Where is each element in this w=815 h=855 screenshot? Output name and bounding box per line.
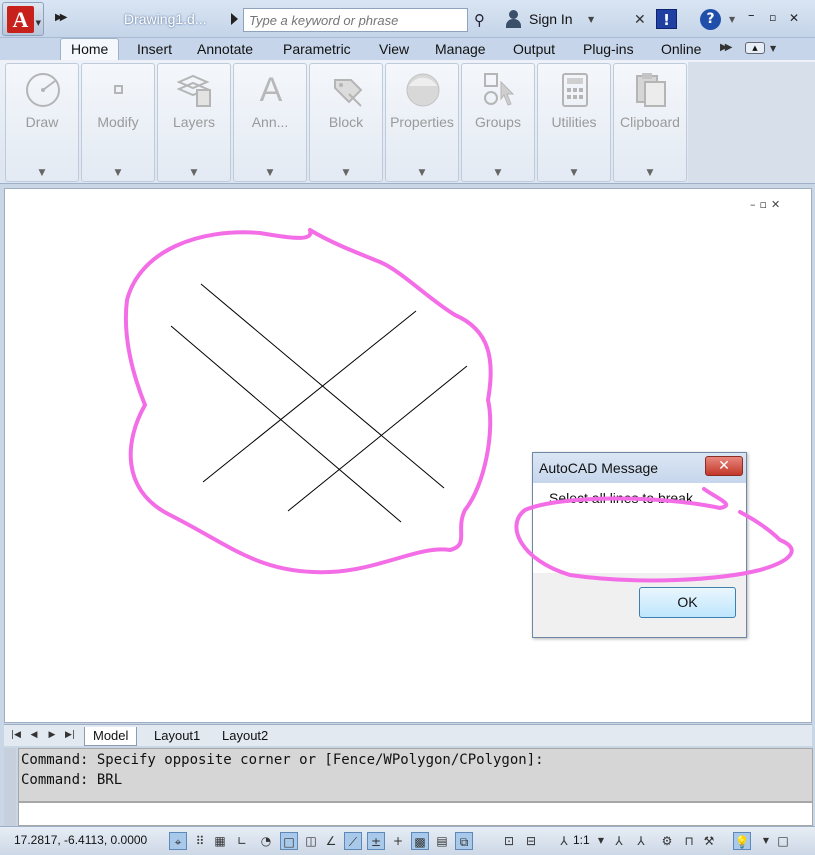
layout-tab-bar: |◀ ◀ ▶ ▶| Model Layout1 Layout2	[4, 724, 812, 746]
model-space-icon[interactable]: ⊡	[500, 832, 518, 850]
last-layout-icon[interactable]: ▶|	[64, 728, 76, 742]
command-history: Command: Specify opposite corner or [Fen…	[18, 748, 813, 802]
coordinate-readout[interactable]: 17.2817, -6.4113, 0.0000	[14, 833, 147, 847]
dynamic-ucs-icon[interactable]: ⟋	[344, 832, 362, 850]
annotation-scale-value[interactable]: 1:1	[573, 833, 590, 847]
command-history-line: Command: Specify opposite corner or [Fen…	[21, 752, 544, 768]
command-line-handle[interactable]	[4, 748, 16, 826]
auto-scale-icon[interactable]: ⅄	[632, 832, 650, 850]
isolate-objects-icon[interactable]: 💡	[733, 832, 751, 850]
quick-view-layouts-icon[interactable]: ⊟	[522, 832, 540, 850]
chevron-down-icon[interactable]: ▼	[757, 832, 775, 850]
annotation-visibility-icon[interactable]: ⅄	[610, 832, 628, 850]
workspace-switching-icon[interactable]: ⚙	[658, 832, 676, 850]
lineweight-icon[interactable]: +	[389, 832, 407, 850]
tab-layout2[interactable]: Layout2	[214, 727, 276, 746]
status-bar: 17.2817, -6.4113, 0.0000 ⌖ ⠿ ▦ ∟ ◔ □ ◫ ∠…	[0, 826, 815, 855]
infer-constraints-icon[interactable]: ⌖	[169, 832, 187, 850]
ortho-mode-icon[interactable]: ∟	[233, 832, 251, 850]
quick-properties-icon[interactable]: ▤	[433, 832, 451, 850]
selection-cycling-icon[interactable]: ⧉	[455, 832, 473, 850]
clean-screen-icon[interactable]: □	[774, 832, 792, 850]
command-history-line: Command: BRL	[21, 772, 123, 788]
lock-icon[interactable]: ⊓	[680, 832, 698, 850]
transparency-icon[interactable]: ▩	[411, 832, 429, 850]
tab-layout1[interactable]: Layout1	[146, 727, 208, 746]
annotation-circle-message	[514, 487, 794, 583]
command-input[interactable]	[18, 802, 813, 826]
first-layout-icon[interactable]: |◀	[10, 728, 22, 742]
hardware-acceleration-icon[interactable]: ⚒	[700, 832, 718, 850]
chevron-down-icon[interactable]: ▼	[592, 832, 610, 850]
3d-object-snap-icon[interactable]: ◫	[302, 832, 320, 850]
snap-mode-icon[interactable]: ⠿	[191, 832, 209, 850]
dynamic-input-icon[interactable]: ±	[367, 832, 385, 850]
next-layout-icon[interactable]: ▶	[46, 728, 58, 742]
object-snap-tracking-icon[interactable]: ∠	[322, 832, 340, 850]
object-snap-icon[interactable]: □	[280, 832, 298, 850]
polar-tracking-icon[interactable]: ◔	[257, 832, 275, 850]
previous-layout-icon[interactable]: ◀	[28, 728, 40, 742]
tab-model[interactable]: Model	[84, 727, 138, 746]
grid-display-icon[interactable]: ▦	[211, 832, 229, 850]
annotation-scale-icon[interactable]: ⅄	[555, 832, 573, 850]
